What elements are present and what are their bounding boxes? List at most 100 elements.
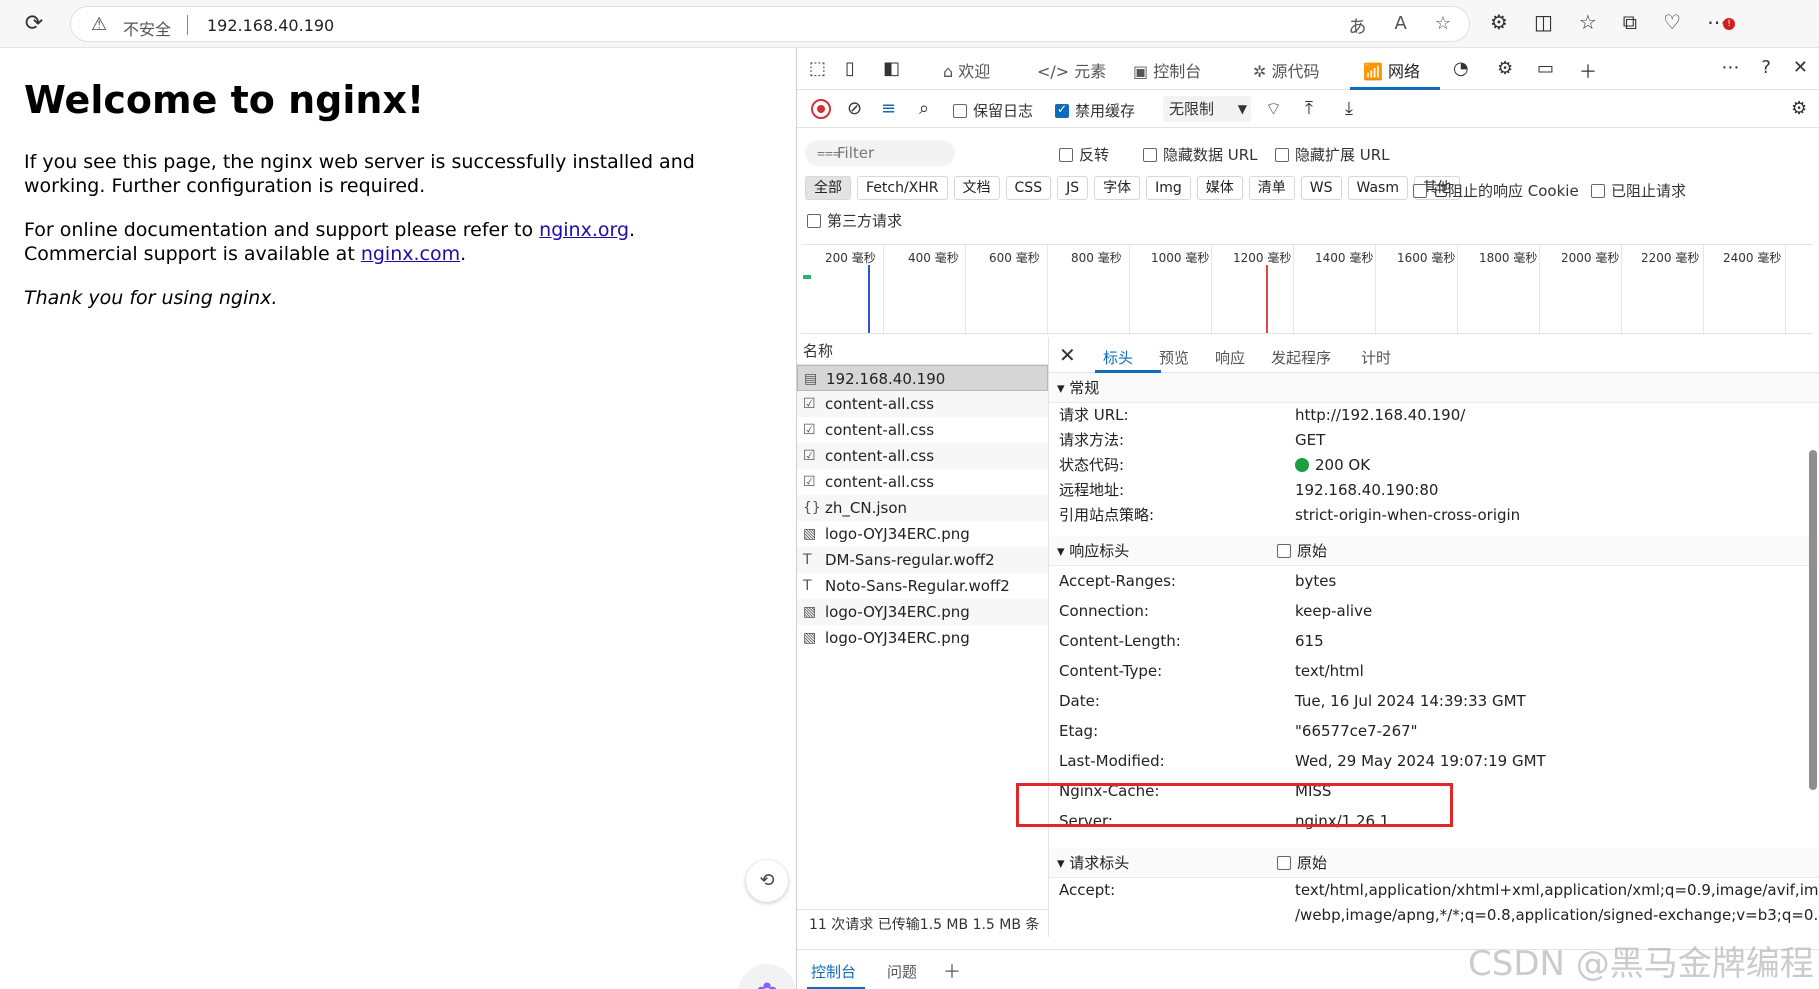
type-media[interactable]: 媒体 <box>1196 176 1243 200</box>
checkbox[interactable] <box>953 104 967 118</box>
hide-ext-url-checkbox[interactable]: 隐藏扩展 URL <box>1275 144 1390 165</box>
type-css[interactable]: CSS <box>1005 176 1052 200</box>
tab-initiator[interactable]: 发起程序 <box>1271 347 1331 368</box>
disable-cache-checkbox[interactable]: 禁用缓存 <box>1055 100 1135 121</box>
list-item[interactable]: ▧ logo-OYJ34ERC.png <box>797 625 1048 651</box>
checkbox[interactable] <box>1413 184 1427 198</box>
settings-gear-icon[interactable]: ⚙ <box>1497 58 1513 79</box>
favorite-star-icon[interactable]: ☆ <box>1435 13 1451 39</box>
add-tab-icon[interactable]: ＋ <box>1579 58 1597 84</box>
clear-icon[interactable]: ⊘ <box>847 98 862 119</box>
nginx-org-link[interactable]: nginx.org <box>539 219 629 241</box>
collections-icon[interactable]: ⧉ <box>1623 10 1637 34</box>
search-icon[interactable]: ⌕ <box>919 98 929 119</box>
list-item[interactable]: ☑ content-all.css <box>797 469 1048 495</box>
type-all[interactable]: 全部 <box>805 176 851 200</box>
list-item[interactable]: ▧ logo-OYJ34ERC.png <box>797 521 1048 547</box>
url-text[interactable]: 192.168.40.190 <box>207 16 334 35</box>
help-icon[interactable]: ? <box>1761 57 1771 78</box>
checkbox[interactable] <box>1277 856 1291 870</box>
import-har-icon[interactable]: ⤒ <box>1305 98 1313 119</box>
network-settings-icon[interactable]: ⚙ <box>1791 98 1807 119</box>
add-drawer-tab-icon[interactable]: ＋ <box>943 958 961 984</box>
reload-icon[interactable]: ⟳ <box>20 10 48 38</box>
application-icon[interactable]: ▭ <box>1537 58 1554 79</box>
type-doc[interactable]: 文档 <box>953 176 1000 200</box>
network-conditions-icon[interactable]: ⌔ <box>1265 98 1282 121</box>
network-timeline[interactable]: 200 毫秒 400 毫秒 600 毫秒 800 毫秒 1000 毫秒 1200… <box>801 244 1813 335</box>
more-options-icon[interactable]: ⋯ <box>1721 57 1739 78</box>
drawer-tab-console[interactable]: 控制台 <box>811 961 856 982</box>
tab-response[interactable]: 响应 <box>1215 347 1245 368</box>
translate-float-icon[interactable]: ⟲ <box>746 860 788 902</box>
drawer-tab-issues[interactable]: 问题 <box>887 961 917 982</box>
third-party-checkbox[interactable]: 第三方请求 <box>807 210 902 231</box>
tab-elements[interactable]: </> 元素 <box>1037 58 1106 82</box>
checkbox[interactable] <box>807 214 821 228</box>
tab-preview[interactable]: 预览 <box>1159 347 1189 368</box>
copilot-icon[interactable]: ✿ <box>738 964 796 989</box>
checkbox[interactable] <box>1275 148 1289 162</box>
dock-icon[interactable]: ◧ <box>883 58 900 79</box>
read-aloud-icon[interactable]: A <box>1395 13 1407 39</box>
column-header-name[interactable]: 名称 <box>797 337 1048 365</box>
general-section-header[interactable]: ▾ 常规 <box>1049 373 1819 403</box>
address-bar[interactable]: ⚠ 不安全 192.168.40.190 あ A ☆ <box>70 6 1470 42</box>
extensions-icon[interactable]: ⚙ <box>1490 10 1508 34</box>
type-manifest[interactable]: 清单 <box>1248 176 1295 200</box>
inspect-icon[interactable]: ⬚ <box>809 58 826 79</box>
request-headers-section-header[interactable]: ▾ 请求标头 原始 <box>1049 848 1819 878</box>
tab-headers[interactable]: 标头 <box>1103 347 1133 368</box>
checkbox[interactable] <box>1055 102 1069 118</box>
list-item[interactable]: ☑ content-all.css <box>797 391 1048 417</box>
list-item[interactable]: {} zh_CN.json <box>797 495 1048 521</box>
tab-welcome[interactable]: ⌂ 欢迎 <box>943 58 990 82</box>
device-toolbar-icon[interactable]: ▯ <box>845 58 855 79</box>
translate-icon[interactable]: あ <box>1349 13 1367 39</box>
response-headers-section-header[interactable]: ▾ 响应标头 原始 <box>1049 536 1819 566</box>
type-ws[interactable]: WS <box>1300 176 1342 200</box>
more-menu-icon[interactable]: ⋯! <box>1707 10 1735 34</box>
browser-essentials-icon[interactable]: ♡ <box>1663 10 1681 34</box>
type-font[interactable]: 字体 <box>1094 176 1141 200</box>
nginx-com-link[interactable]: nginx.com <box>361 243 460 265</box>
export-har-icon[interactable]: ⤓ <box>1345 98 1353 119</box>
tab-sources[interactable]: ✲ 源代码 <box>1253 58 1320 82</box>
type-fetch-xhr[interactable]: Fetch/XHR <box>857 176 948 200</box>
list-item[interactable]: ▤ 192.168.40.190 <box>797 365 1048 391</box>
doc-icon: ▤ <box>804 371 818 387</box>
hide-data-url-checkbox[interactable]: 隐藏数据 URL <box>1143 144 1258 165</box>
checkbox[interactable] <box>1277 544 1291 558</box>
split-screen-icon[interactable]: ◫ <box>1534 10 1553 34</box>
list-item[interactable]: ☑ content-all.css <box>797 417 1048 443</box>
tab-console[interactable]: ▣ 控制台 <box>1133 58 1201 82</box>
list-item[interactable]: ▧ logo-OYJ34ERC.png <box>797 599 1048 625</box>
filter-input[interactable]: ⩶ Filter <box>805 140 955 166</box>
record-button[interactable] <box>811 99 831 119</box>
type-wasm[interactable]: Wasm <box>1347 176 1408 200</box>
list-item[interactable]: ☑ content-all.css <box>797 443 1048 469</box>
raw-checkbox[interactable]: 原始 <box>1277 848 1327 878</box>
tab-timing[interactable]: 计时 <box>1361 347 1391 368</box>
list-item[interactable]: T Noto-Sans-Regular.woff2 <box>797 573 1048 599</box>
favorites-icon[interactable]: ☆ <box>1579 10 1597 34</box>
performance-icon[interactable]: ◔ <box>1453 58 1469 79</box>
filter-toggle-icon[interactable]: ≡ <box>881 98 896 119</box>
list-item[interactable]: T DM-Sans-regular.woff2 <box>797 547 1048 573</box>
type-js[interactable]: JS <box>1057 176 1089 200</box>
scrollbar[interactable] <box>1807 390 1817 810</box>
raw-checkbox[interactable]: 原始 <box>1277 536 1327 566</box>
invert-checkbox[interactable]: 反转 <box>1059 144 1109 165</box>
close-icon[interactable]: ✕ <box>1059 343 1076 367</box>
scrollbar-thumb[interactable] <box>1809 450 1817 790</box>
type-img[interactable]: Img <box>1146 176 1191 200</box>
close-icon[interactable]: ✕ <box>1793 57 1808 78</box>
checkbox[interactable] <box>1143 148 1157 162</box>
tab-network[interactable]: 📶 网络 <box>1363 58 1420 82</box>
blocked-requests-checkbox[interactable]: 已阻止请求 <box>1591 180 1686 201</box>
checkbox[interactable] <box>1059 148 1073 162</box>
blocked-cookie-checkbox[interactable]: 已阻止的响应 Cookie <box>1413 180 1579 201</box>
preserve-log-checkbox[interactable]: 保留日志 <box>953 100 1033 121</box>
throttle-select[interactable]: 无限制 ▼ <box>1163 96 1251 122</box>
checkbox[interactable] <box>1591 184 1605 198</box>
